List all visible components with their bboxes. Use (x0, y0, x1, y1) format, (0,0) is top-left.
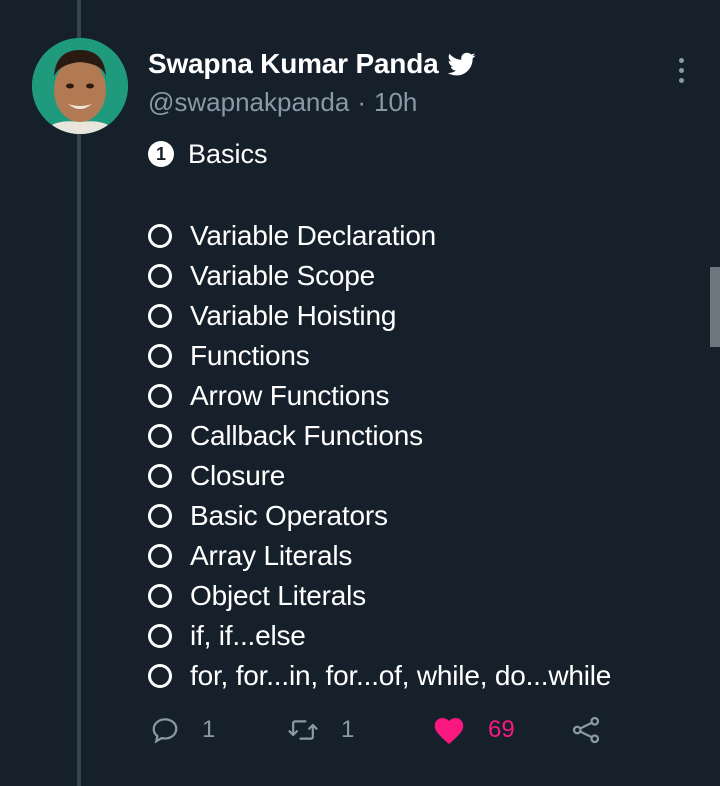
tweet-header: Swapna Kumar Panda @swapnakpanda · 10h (148, 47, 660, 118)
twitter-bird-icon (448, 50, 477, 78)
list-item: Variable Declaration (148, 216, 611, 256)
author-name[interactable]: Swapna Kumar Panda (148, 48, 439, 80)
handle-row: @swapnakpanda · 10h (148, 87, 660, 118)
topic-list: Variable Declaration Variable Scope Variab… (148, 216, 611, 696)
list-item-label: Basic Operators (190, 500, 388, 531)
section-number-badge: 1 (148, 141, 174, 167)
circle-icon (148, 664, 172, 688)
share-button[interactable] (570, 710, 602, 750)
list-item: Variable Scope (148, 256, 611, 296)
retweet-icon (287, 715, 319, 745)
list-item: Basic Operators (148, 496, 611, 536)
scrollbar[interactable] (710, 267, 720, 347)
list-item-label: Variable Declaration (190, 220, 437, 251)
list-item-label: Variable Hoisting (190, 300, 397, 331)
circle-icon (148, 224, 172, 248)
section-heading: 1 Basics (148, 136, 611, 172)
heart-icon (432, 715, 466, 745)
avatar[interactable] (32, 38, 128, 134)
circle-icon (148, 504, 172, 528)
list-item: Arrow Functions (148, 376, 611, 416)
list-item: Callback Functions (148, 416, 611, 456)
circle-icon (148, 464, 172, 488)
list-item: Variable Hoisting (148, 296, 611, 336)
list-item-label: Functions (190, 340, 310, 371)
circle-icon (148, 304, 172, 328)
section-title: Basics (188, 138, 268, 169)
circle-icon (148, 424, 172, 448)
author-row: Swapna Kumar Panda (148, 47, 660, 81)
circle-icon (148, 584, 172, 608)
list-item-label: Variable Scope (190, 260, 376, 291)
circle-icon (148, 264, 172, 288)
retweet-button[interactable]: 1 (287, 710, 354, 750)
author-handle[interactable]: @swapnakpanda (148, 87, 349, 118)
list-item: Closure (148, 456, 611, 496)
share-icon (570, 715, 602, 745)
list-item: Object Literals (148, 576, 611, 616)
avatar-image (32, 38, 128, 134)
list-item-label: for, for...in, for...of, while, do...whi… (190, 660, 612, 691)
circle-icon (148, 624, 172, 648)
list-item-label: Closure (190, 460, 286, 491)
tweet-body: 1 Basics Variable Declaration Variable Sc… (148, 136, 611, 712)
more-vertical-icon[interactable] (674, 58, 688, 84)
list-item: Functions (148, 336, 611, 376)
tweet-actions: 1 1 69 (150, 710, 620, 750)
list-item: Array Literals (148, 536, 611, 576)
reply-icon (150, 715, 180, 745)
list-item: for, for...in, for...of, while, do...whi… (148, 656, 611, 696)
retweet-count: 1 (341, 716, 355, 743)
list-item-label: Array Literals (190, 540, 353, 571)
list-item-label: Object Literals (190, 580, 366, 611)
separator: · (357, 87, 366, 117)
tweet-page: Swapna Kumar Panda @swapnakpanda · 10h 1… (0, 0, 720, 786)
circle-icon (148, 544, 172, 568)
list-item: if, if...else (148, 616, 611, 656)
list-item-label: if, if...else (190, 620, 306, 651)
tweet-time[interactable]: 10h (374, 87, 417, 118)
like-button[interactable]: 69 (432, 710, 515, 750)
reply-count: 1 (202, 716, 216, 743)
circle-icon (148, 384, 172, 408)
list-item-label: Callback Functions (190, 420, 423, 451)
reply-button[interactable]: 1 (150, 710, 215, 750)
circle-icon (148, 344, 172, 368)
like-count: 69 (488, 716, 515, 743)
list-item-label: Arrow Functions (190, 380, 390, 411)
